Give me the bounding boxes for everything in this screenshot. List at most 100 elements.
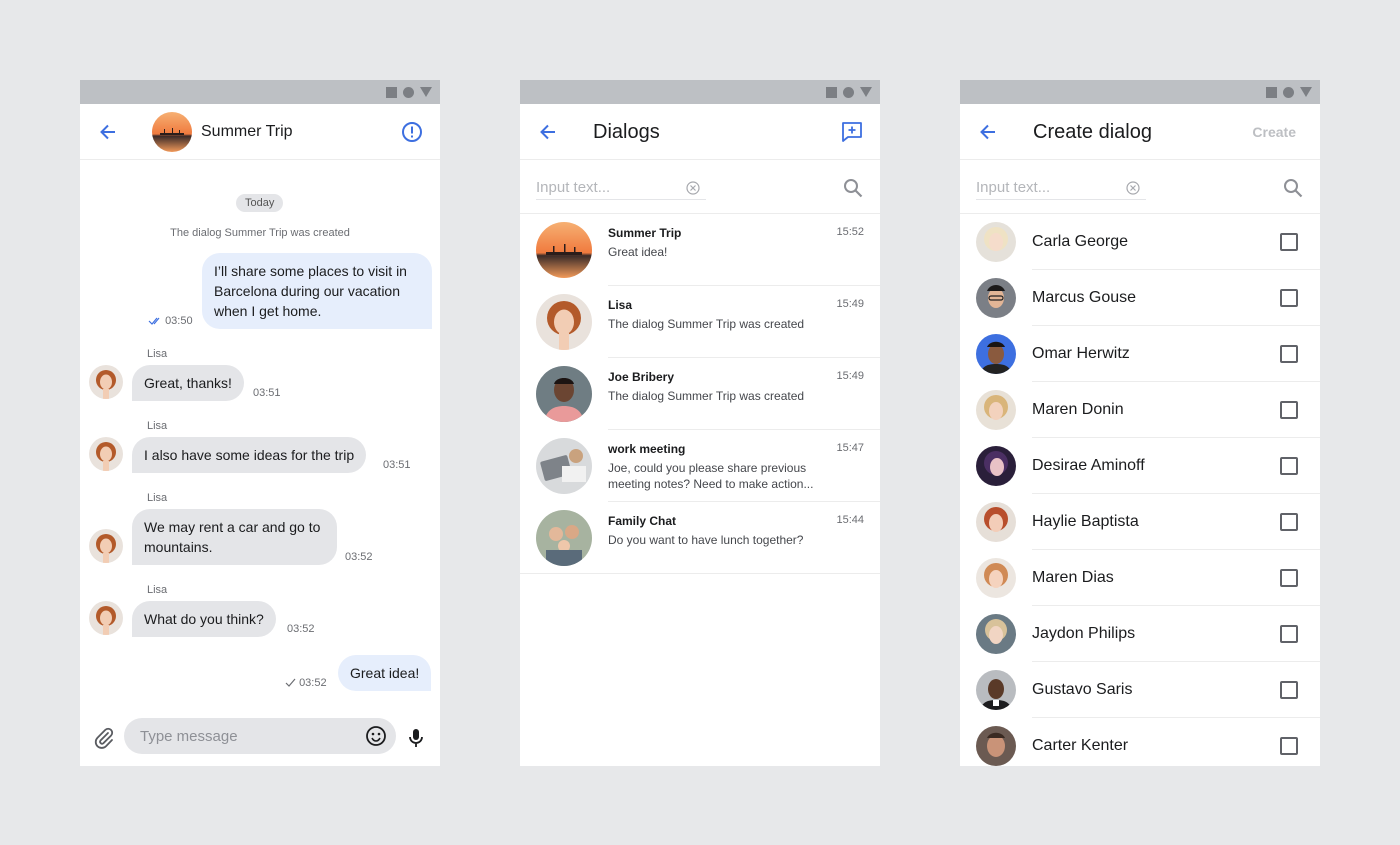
dialog-item[interactable]: Lisa 15:49 The dialog Summer Trip was cr… <box>520 286 880 358</box>
user-checkbox[interactable] <box>1280 345 1298 363</box>
user-name: Desirae Aminoff <box>1032 457 1145 474</box>
sender-name: Lisa <box>147 584 168 596</box>
dialog-last-message: The dialog Summer Trip was created <box>608 389 805 403</box>
emoji-icon[interactable] <box>364 724 388 748</box>
dialog-item[interactable]: Summer Trip 15:52 Great idea! <box>520 214 880 286</box>
user-item[interactable]: Jaydon Philips <box>960 606 1320 662</box>
circle-icon <box>1283 87 1294 98</box>
search-icon[interactable] <box>1282 177 1304 199</box>
user-avatar <box>976 222 1016 262</box>
microphone-icon[interactable] <box>404 726 428 750</box>
clear-icon[interactable] <box>1126 181 1140 195</box>
user-item[interactable]: Omar Herwitz <box>960 326 1320 382</box>
user-checkbox[interactable] <box>1280 737 1298 755</box>
user-name: Jaydon Philips <box>1032 625 1136 642</box>
user-avatar <box>976 614 1016 654</box>
user-checkbox[interactable] <box>1280 457 1298 475</box>
dialog-avatar <box>536 366 592 422</box>
page-title: Dialogs <box>593 121 660 143</box>
user-item[interactable]: Marcus Gouse <box>960 270 1320 326</box>
user-name: Carla George <box>1032 233 1129 250</box>
user-avatar <box>976 278 1016 318</box>
search-input[interactable] <box>976 176 1146 200</box>
chat-title: Summer Trip <box>201 123 293 140</box>
dialog-item[interactable]: Joe Bribery 15:49 The dialog Summer Trip… <box>520 358 880 430</box>
status-bar <box>960 80 1320 104</box>
user-item[interactable]: Carla George <box>960 214 1320 270</box>
dialog-time: 15:52 <box>836 226 864 238</box>
user-name: Haylie Baptista <box>1032 513 1139 530</box>
outgoing-message[interactable]: Great idea! <box>338 655 432 691</box>
avatar[interactable] <box>89 601 123 635</box>
user-checkbox[interactable] <box>1280 513 1298 531</box>
new-dialog-icon[interactable] <box>840 120 864 144</box>
back-arrow-icon[interactable] <box>976 120 1000 144</box>
incoming-message[interactable]: Great, thanks! <box>132 365 244 401</box>
user-checkbox[interactable] <box>1280 233 1298 251</box>
create-button[interactable]: Create <box>1252 104 1296 160</box>
double-check-icon <box>148 317 160 325</box>
user-item[interactable]: Haylie Baptista <box>960 494 1320 550</box>
user-name: Carter Kenter <box>1032 737 1129 754</box>
user-name: Maren Dias <box>1032 569 1114 586</box>
clear-icon[interactable] <box>686 181 700 195</box>
user-item[interactable]: Maren Donin <box>960 382 1320 438</box>
status-bar <box>80 80 440 104</box>
paperclip-icon[interactable] <box>92 726 116 750</box>
user-avatar <box>976 502 1016 542</box>
dialog-time: 15:47 <box>836 442 864 454</box>
user-name: Gustavo Saris <box>1032 681 1133 698</box>
user-checkbox[interactable] <box>1280 681 1298 699</box>
user-name: Marcus Gouse <box>1032 289 1137 306</box>
message-time: 03:52 <box>287 623 315 635</box>
user-avatar <box>976 446 1016 486</box>
search-bar <box>960 160 1320 214</box>
message-composer <box>80 710 440 766</box>
dialog-last-message: Joe, could you please share previous mee… <box>608 461 814 491</box>
user-item[interactable]: Carter Kenter <box>960 718 1320 766</box>
message-meta: 03:50 <box>148 315 193 327</box>
back-arrow-icon[interactable] <box>536 120 560 144</box>
chat-header: Summer Trip <box>80 104 440 160</box>
avatar[interactable] <box>89 437 123 471</box>
dialog-item[interactable]: work meeting 15:47 Joe, could you please… <box>520 430 880 502</box>
dialogs-screen: Dialogs Summer Trip 15:52 Great idea! Li… <box>520 80 880 766</box>
message-time: 03:52 <box>299 677 327 689</box>
user-checkbox[interactable] <box>1280 401 1298 419</box>
user-checkbox[interactable] <box>1280 625 1298 643</box>
square-icon <box>386 87 397 98</box>
user-item[interactable]: Gustavo Saris <box>960 662 1320 718</box>
avatar[interactable] <box>89 529 123 563</box>
dialog-item[interactable]: Family Chat 15:44 Do you want to have lu… <box>520 502 880 574</box>
outgoing-message[interactable]: I’ll share some places to visit in Barce… <box>202 253 432 329</box>
user-checkbox[interactable] <box>1280 569 1298 587</box>
incoming-message[interactable]: We may rent a car and go to mountains. <box>132 509 337 565</box>
sender-name: Lisa <box>147 420 168 432</box>
dialog-name: Joe Bribery <box>608 370 675 384</box>
user-checkbox[interactable] <box>1280 289 1298 307</box>
message-input[interactable] <box>124 718 396 754</box>
user-name: Omar Herwitz <box>1032 345 1130 362</box>
dialog-time: 15:49 <box>836 370 864 382</box>
square-icon <box>826 87 837 98</box>
message-time: 03:51 <box>383 459 411 471</box>
chat-screen: Summer Trip Today The dialog Summer Trip… <box>80 80 440 766</box>
search-input[interactable] <box>536 176 706 200</box>
avatar[interactable] <box>89 365 123 399</box>
incoming-message[interactable]: I also have some ideas for the trip <box>132 437 367 473</box>
incoming-message[interactable]: What do you think? <box>132 601 276 637</box>
user-item[interactable]: Desirae Aminoff <box>960 438 1320 494</box>
back-arrow-icon[interactable] <box>96 120 120 144</box>
dialog-avatar <box>536 222 592 278</box>
user-avatar <box>976 726 1016 766</box>
search-icon[interactable] <box>842 177 864 199</box>
dialog-name: Summer Trip <box>608 226 682 240</box>
triangle-icon <box>420 87 432 97</box>
info-icon[interactable] <box>400 120 424 144</box>
message-time: 03:52 <box>345 551 373 563</box>
triangle-icon <box>860 87 872 97</box>
chat-avatar[interactable] <box>152 112 192 152</box>
dialog-time: 15:44 <box>836 514 864 526</box>
user-item[interactable]: Maren Dias <box>960 550 1320 606</box>
create-dialog-screen: Create dialog Create Carla George Marcus… <box>960 80 1320 766</box>
